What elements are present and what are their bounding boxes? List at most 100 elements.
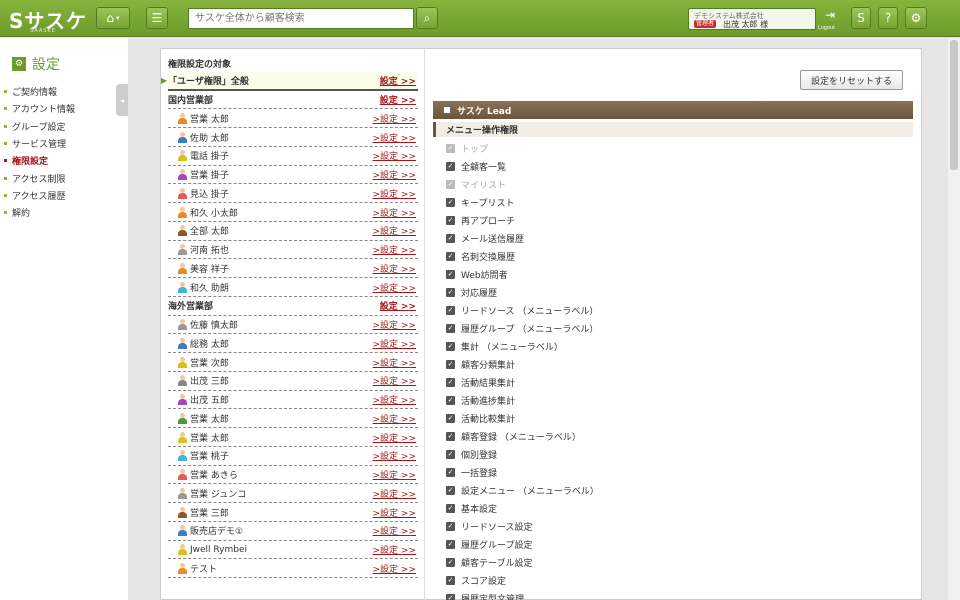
target-setting-link[interactable]: >設定 >> [373,131,416,144]
permission-checkbox[interactable]: ✓ [446,323,455,333]
target-name: 美容 祥子 [168,262,229,275]
user-info[interactable]: デモシステム株式会社 管理者 出茂 太郎 様 [688,8,816,30]
permission-checkbox[interactable]: ✓ [446,305,455,315]
permission-checkbox[interactable]: ✓ [446,413,455,423]
permission-checkbox[interactable]: ✓ [446,215,455,225]
permission-item: ✓ 全顧客一覧 [446,157,506,175]
target-setting-link[interactable]: >設定 >> [373,468,416,481]
reset-button[interactable]: 設定をリセットする [800,70,903,90]
sidebar-item[interactable]: アクセス制限 [4,169,75,186]
saaske-icon: S [857,11,865,25]
permission-checkbox[interactable]: ✓ [446,359,455,369]
target-setting-link[interactable]: 設定 >> [380,93,416,106]
permission-checkbox[interactable]: ✓ [446,593,455,600]
permission-item: ✓ Web訪問者 [446,265,508,283]
permission-checkbox[interactable]: ✓ [446,341,455,351]
target-setting-link[interactable]: >設定 >> [373,562,416,575]
permission-checkbox[interactable]: ✓ [446,395,455,405]
permission-checkbox[interactable]: ✓ [446,467,455,477]
target-setting-link[interactable]: >設定 >> [373,524,416,537]
permission-checkbox[interactable]: ✓ [446,521,455,531]
page-scrollbar[interactable] [948,38,960,600]
sidebar-item[interactable]: ご契約情報 [4,83,75,100]
target-setting-link[interactable]: >設定 >> [373,393,416,406]
sidebar-item[interactable]: アカウント情報 [4,100,75,117]
permission-checkbox[interactable]: ✓ [446,233,455,243]
sidebar-item[interactable]: アクセス履歴 [4,187,75,204]
sidebar-item[interactable]: グループ設定 [4,118,75,135]
permission-item: ✓ 活動比較集計 [446,409,515,427]
permission-checkbox[interactable]: ✓ [446,269,455,279]
sidebar-item[interactable]: 解約 [4,204,75,221]
target-name: 国内営業部 [168,93,213,106]
permission-label: 活動結果集計 [461,378,516,389]
bullet-icon [4,107,7,111]
scrollbar-thumb[interactable] [950,40,958,170]
target-setting-link[interactable]: >設定 >> [373,262,416,275]
permission-checkbox[interactable]: ✓ [446,503,455,513]
sidebar-item[interactable]: 権限設定 [4,152,75,169]
target-setting-link[interactable]: >設定 >> [373,543,416,556]
target-setting-link[interactable]: >設定 >> [373,187,416,200]
home-icon: ⌂ [106,11,115,25]
permission-checkbox[interactable]: ✓ [446,557,455,567]
target-name: 河南 拓也 [168,243,229,256]
permission-checkbox[interactable]: ✓ [446,449,455,459]
permission-label: 顧客登録 （メニューラベル） [461,432,581,443]
permission-label: 全顧客一覧 [461,162,507,173]
target-label: 「ユーザ権限」全般 [168,76,249,87]
user-icon [178,150,187,162]
target-setting-link[interactable]: >設定 >> [373,337,416,350]
target-user-row: 出茂 三郎 >設定 >> [168,372,418,391]
saaske-button[interactable]: S [851,7,871,29]
subsection-title: メニュー操作権限 [446,126,519,136]
target-label: 海外営業部 [168,302,214,313]
sidebar-collapse-toggle[interactable]: ◂ [116,84,128,116]
target-setting-link[interactable]: >設定 >> [373,487,416,500]
target-user-row: テスト >設定 >> [168,560,418,579]
sidebar-item[interactable]: サービス管理 [4,135,75,152]
target-setting-link[interactable]: >設定 >> [373,281,416,294]
search-input[interactable] [188,8,414,29]
target-setting-link[interactable]: >設定 >> [373,449,416,462]
settings-button[interactable]: ⚙ [905,7,927,29]
target-setting-link[interactable]: >設定 >> [373,149,416,162]
permission-checkbox[interactable]: ✓ [446,485,455,495]
permission-checkbox[interactable]: ✓ [446,575,455,585]
target-setting-link[interactable]: >設定 >> [373,168,416,181]
target-setting-link[interactable]: >設定 >> [373,243,416,256]
target-setting-link[interactable]: >設定 >> [373,356,416,369]
target-setting-link[interactable]: >設定 >> [373,224,416,237]
permission-checkbox[interactable]: ✓ [446,251,455,261]
sidebar-title: ⚙ 設定 [12,54,60,74]
permission-checkbox[interactable]: ✓ [446,161,455,171]
permission-checkbox[interactable]: ✓ [446,539,455,549]
target-label: 営業 太郎 [190,114,229,125]
message-button[interactable]: ☰ [146,7,168,29]
target-setting-link[interactable]: >設定 >> [373,374,416,387]
home-button[interactable]: ⌂ ▾ [96,7,130,29]
target-setting-link[interactable]: >設定 >> [373,412,416,425]
target-setting-link[interactable]: >設定 >> [373,112,416,125]
target-setting-link[interactable]: >設定 >> [373,506,416,519]
target-name: 和久 小太郎 [168,206,238,219]
target-user-row: 河南 拓也 >設定 >> [168,241,418,260]
section-title: サスケ Lead [457,106,512,117]
section-header[interactable]: サスケ Lead [433,101,913,119]
permission-checkbox[interactable]: ✓ [446,197,455,207]
permission-checkbox[interactable]: ✓ [446,431,455,441]
target-name: 「ユーザ権限」全般 [168,74,249,87]
permission-checkbox[interactable]: ✓ [446,377,455,387]
target-label: 美容 祥子 [190,264,229,275]
target-setting-link[interactable]: >設定 >> [373,431,416,444]
permission-item: ✓ 活動結果集計 [446,373,515,391]
target-user-row: 和久 助朗 >設定 >> [168,278,418,297]
target-setting-link[interactable]: 設定 >> [380,74,416,87]
search-button[interactable]: ⌕ [416,7,438,29]
target-setting-link[interactable]: >設定 >> [373,318,416,331]
target-setting-link[interactable]: 設定 >> [380,299,416,312]
section-checkbox[interactable] [443,106,451,114]
target-setting-link[interactable]: >設定 >> [373,206,416,219]
help-button[interactable]: ? [878,7,898,29]
permission-checkbox[interactable]: ✓ [446,287,455,297]
